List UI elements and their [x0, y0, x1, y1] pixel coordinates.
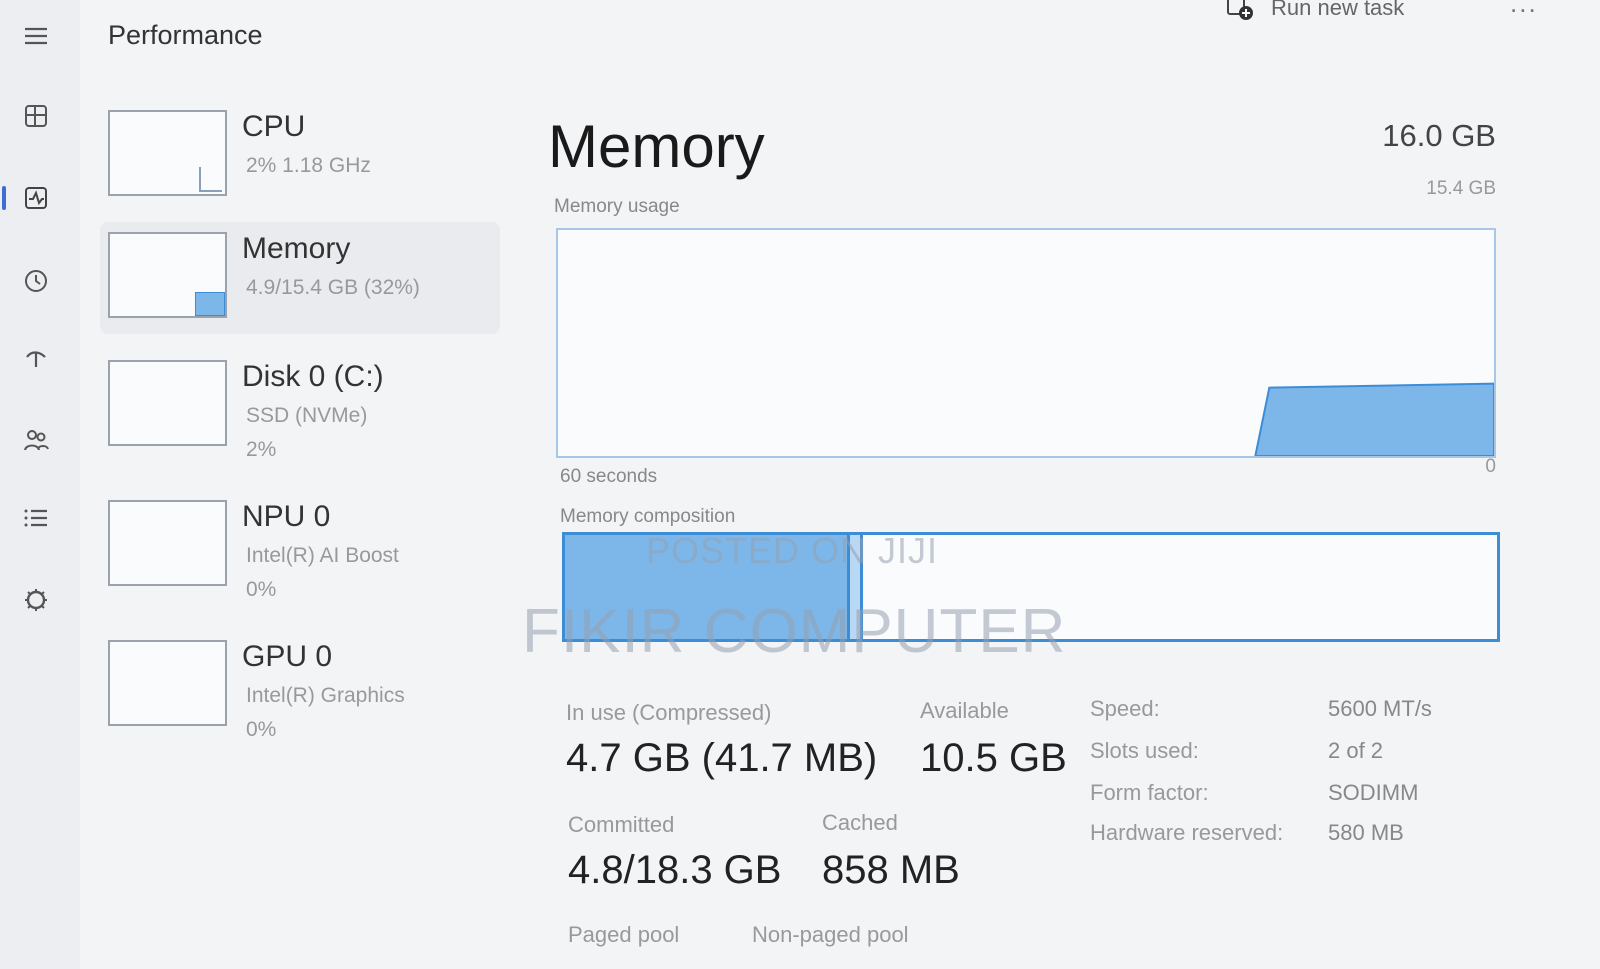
- device-item-title: NPU 0: [242, 500, 331, 533]
- graph-zero-label: 0: [1485, 456, 1496, 477]
- paged-pool-label: Paged pool: [568, 922, 680, 947]
- memory-usage-max: 15.4 GB: [1426, 178, 1496, 199]
- device-list: CPU 2% 1.18 GHz Memory 4.9/15.4 GB (32%)…: [80, 90, 500, 969]
- nav-app-history[interactable]: [14, 260, 58, 300]
- memory-mini-fill: [195, 292, 225, 316]
- speed-value: 5600 MT/s: [1328, 696, 1432, 721]
- device-item-title: Disk 0 (C:): [242, 360, 384, 393]
- top-bar: Performance Run new task ...: [80, 0, 1600, 72]
- device-item-memory[interactable]: Memory 4.9/15.4 GB (32%): [100, 222, 500, 334]
- device-item-usage: 0%: [246, 578, 277, 601]
- memory-usage-graph: [556, 228, 1496, 458]
- watermark-posted: POSTED ON JIJI: [646, 530, 939, 571]
- device-item-title: GPU 0: [242, 640, 333, 673]
- run-new-task-icon: [1227, 0, 1253, 20]
- more-options-button[interactable]: ...: [1510, 0, 1538, 19]
- total-memory: 16.0 GB: [1382, 118, 1496, 153]
- available-label: Available: [920, 698, 1009, 723]
- device-item-subtitle: Intel(R) Graphics: [246, 684, 405, 707]
- device-item-title: Memory: [242, 232, 351, 265]
- services-icon: [25, 589, 47, 611]
- graph-time-label: 60 seconds: [560, 466, 658, 487]
- in-use-value: 4.7 GB (41.7 MB): [566, 736, 878, 780]
- memory-composition-label: Memory composition: [560, 506, 736, 527]
- navigation-rail: [0, 0, 80, 969]
- nav-performance[interactable]: [2, 178, 58, 218]
- device-item-subtitle: SSD (NVMe): [246, 404, 368, 427]
- run-new-task-button[interactable]: Run new task: [1225, 0, 1404, 24]
- detail-heading: Memory: [548, 113, 765, 180]
- gpu-mini-graph: [108, 640, 227, 726]
- device-item-usage: 2%: [246, 438, 277, 461]
- cpu-mini-graph: [108, 110, 227, 196]
- device-item-title: CPU: [242, 110, 306, 143]
- nav-processes[interactable]: [14, 96, 58, 136]
- app-history-icon: [25, 270, 47, 292]
- form-factor-label: Form factor:: [1090, 780, 1209, 805]
- cached-value: 858 MB: [822, 848, 960, 892]
- speed-label: Speed:: [1090, 696, 1160, 721]
- details-icon: [24, 509, 47, 527]
- in-use-label: In use (Compressed): [566, 700, 772, 725]
- nav-users[interactable]: [14, 420, 58, 460]
- hamburger-menu-button[interactable]: [14, 16, 58, 56]
- cached-label: Cached: [822, 810, 898, 835]
- nav-services[interactable]: [14, 580, 58, 620]
- available-value: 10.5 GB: [920, 736, 1067, 780]
- nav-details[interactable]: [14, 498, 58, 538]
- memory-usage-label: Memory usage: [554, 196, 680, 217]
- device-item-disk[interactable]: Disk 0 (C:) SSD (NVMe) 2%: [100, 350, 500, 462]
- slots-value: 2 of 2: [1328, 738, 1384, 763]
- slots-label: Slots used:: [1090, 738, 1199, 763]
- run-new-task-label: Run new task: [1271, 0, 1405, 20]
- form-factor-value: SODIMM: [1328, 780, 1419, 805]
- hardware-reserved-label: Hardware reserved:: [1090, 820, 1284, 845]
- page-title: Performance: [108, 20, 263, 50]
- memory-mini-graph: [108, 232, 227, 318]
- device-item-subtitle: Intel(R) AI Boost: [246, 544, 399, 567]
- device-item-cpu[interactable]: CPU 2% 1.18 GHz: [100, 100, 500, 212]
- device-item-npu[interactable]: NPU 0 Intel(R) AI Boost 0%: [100, 490, 500, 602]
- hardware-reserved-value: 580 MB: [1328, 820, 1404, 845]
- watermark-shop: FIKIR COMPUTER: [522, 597, 1067, 666]
- committed-label: Committed: [568, 812, 675, 837]
- performance-icon: [25, 187, 47, 209]
- users-icon: [24, 430, 49, 451]
- device-item-usage: 0%: [246, 718, 277, 741]
- processes-icon: [25, 105, 47, 127]
- npu-mini-graph: [108, 500, 227, 586]
- disk-mini-graph: [108, 360, 227, 446]
- committed-value: 4.8/18.3 GB: [568, 848, 782, 892]
- device-item-subtitle: 2% 1.18 GHz: [246, 154, 371, 177]
- hamburger-menu-icon: [25, 27, 47, 45]
- memory-usage-area: [1254, 382, 1494, 456]
- device-item-gpu[interactable]: GPU 0 Intel(R) Graphics 0%: [100, 630, 500, 742]
- startup-apps-icon: [26, 351, 46, 367]
- device-item-subtitle: 4.9/15.4 GB (32%): [246, 276, 420, 299]
- nav-startup-apps[interactable]: [14, 338, 58, 378]
- non-paged-pool-label: Non-paged pool: [752, 922, 909, 947]
